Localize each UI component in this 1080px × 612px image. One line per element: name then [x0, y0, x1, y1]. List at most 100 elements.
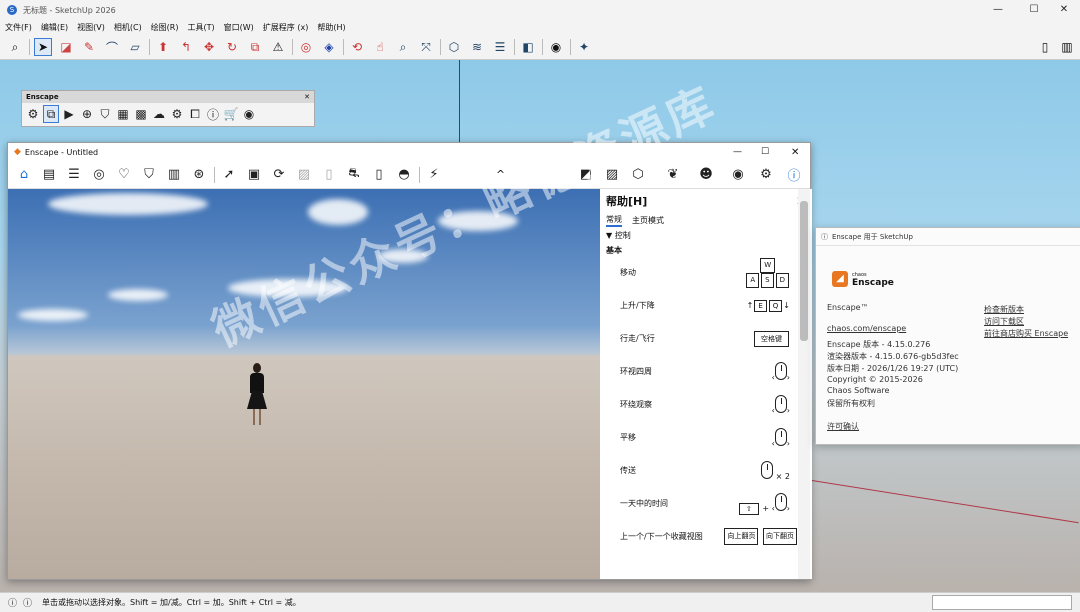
search-icon[interactable]: ⌕ — [6, 38, 24, 56]
start-enscape-icon[interactable]: ⚙ — [25, 105, 41, 123]
account-icon[interactable]: ◉ — [547, 38, 565, 56]
panorama-icon[interactable]: ⟳ — [269, 165, 289, 185]
menu-help[interactable]: 帮助(H) — [317, 22, 345, 33]
view-icon[interactable]: ◎ — [89, 165, 109, 185]
check-updates-link[interactable]: 检查新版本 — [984, 304, 1024, 315]
layers-icon[interactable]: ☰ — [491, 38, 509, 56]
menu-camera[interactable]: 相机(C) — [114, 22, 142, 33]
pdf-icon[interactable]: ▯ — [369, 165, 389, 185]
enscape-toolbar-header[interactable]: Enscape ✕ — [22, 91, 314, 103]
new-file-icon[interactable]: ▯ — [1036, 38, 1054, 56]
tape-measure-icon[interactable]: ◎ — [297, 38, 315, 56]
screenshot-icon[interactable]: ▣ — [244, 165, 264, 185]
offset-icon[interactable]: ↰ — [177, 38, 195, 56]
visual-settings-icon[interactable]: ◉ — [728, 165, 748, 185]
extension-icon[interactable]: ≋ — [468, 38, 486, 56]
help-scrollbar[interactable] — [798, 189, 810, 579]
pencil-icon[interactable]: ✎ — [80, 38, 98, 56]
cursor-icon[interactable]: ➚ — [219, 165, 239, 185]
tab-home-mode[interactable]: 主页模式 — [632, 215, 664, 226]
push-pull-icon[interactable]: ⬆ — [154, 38, 172, 56]
leaf-icon[interactable]: ❦ — [663, 165, 683, 185]
ai-sparkle-icon[interactable]: ✦ — [575, 38, 593, 56]
status-help-icon[interactable]: ⓘ — [23, 596, 32, 609]
add-icon[interactable]: ⊕ — [79, 105, 95, 123]
material-icon[interactable]: ▦ — [115, 105, 131, 123]
checker-icon[interactable]: ▩ — [133, 105, 149, 123]
trimble-connect-icon[interactable]: ◧ — [519, 38, 537, 56]
rectangle-icon[interactable]: ▱ — [126, 38, 144, 56]
menu-tools[interactable]: 工具(T) — [188, 22, 215, 33]
notes-icon[interactable]: ▤ — [39, 165, 59, 185]
menu-extensions[interactable]: 扩展程序 (x) — [263, 22, 309, 33]
enscape-close-button[interactable]: ✕ — [791, 147, 799, 158]
video-editor-icon[interactable]: ▶ — [61, 105, 77, 123]
home-icon[interactable]: ⌂ — [14, 165, 34, 185]
asset-library-icon[interactable]: ⛉ — [97, 105, 113, 123]
about-title-bar[interactable]: ⓘ Enscape 用于 SketchUp — [816, 228, 1080, 246]
controls-section[interactable]: ▼ 控制 — [600, 227, 812, 241]
orbit-icon[interactable]: ⟲ — [348, 38, 366, 56]
close-button[interactable]: ✕ — [1046, 0, 1080, 20]
enscape-maximize-button[interactable]: ☐ — [761, 147, 769, 157]
scrollbar-thumb[interactable] — [800, 201, 808, 341]
export-icon[interactable]: ⛐ — [344, 165, 364, 185]
enscape-window-title-bar[interactable]: ◆ Enscape - Untitled — ☐ ✕ — [8, 143, 810, 161]
upload-icon[interactable]: ☁ — [151, 105, 167, 123]
enscape-toolbar-close[interactable]: ✕ — [304, 93, 310, 101]
window-icon[interactable]: ⧠ — [187, 105, 203, 123]
license-link[interactable]: 许可确认 — [827, 421, 859, 432]
tab-general[interactable]: 常规 — [606, 214, 622, 227]
select-arrow-icon[interactable]: ➤ — [34, 38, 52, 56]
menu-window[interactable]: 窗口(W) — [224, 22, 254, 33]
gear-icon[interactable]: ⚙ — [756, 165, 776, 185]
eraser-icon[interactable]: ◪ — [57, 38, 75, 56]
store-link[interactable]: 前往商店购买 Enscape — [984, 328, 1068, 339]
paint-bucket-icon[interactable]: ◈ — [320, 38, 338, 56]
menu-draw[interactable]: 绘图(R) — [151, 22, 179, 33]
toolbar-divider — [440, 39, 441, 55]
help-panel: 帮助[H] ✕ 常规 主页模式 ▼ 控制 基本 移动 W ASD 上升/下降 ↑… — [600, 189, 812, 579]
vr-icon[interactable]: ⊛ — [189, 165, 209, 185]
sun-icon[interactable]: ◓ — [394, 165, 414, 185]
scale-icon[interactable]: ⧉ — [246, 38, 264, 56]
panel-toggle-icon[interactable]: ▥ — [1058, 38, 1076, 56]
file-icon[interactable]: ▯ — [319, 165, 339, 185]
info-icon[interactable]: ⓘ — [205, 105, 221, 123]
menu-edit[interactable]: 编辑(E) — [41, 22, 68, 33]
cart-icon[interactable]: 🛒 — [223, 105, 239, 123]
building-icon[interactable]: ▥ — [164, 165, 184, 185]
help-icon[interactable]: ⓘ — [784, 165, 804, 185]
copyright-text: Copyright © 2015-2026 — [827, 375, 923, 384]
key-page-up: 向上翻页 — [724, 528, 759, 545]
zoom-extents-icon[interactable]: ⤧ — [417, 38, 435, 56]
face-icon[interactable]: ☻ — [696, 165, 716, 185]
help-row-label: 一天中的时间 — [620, 499, 668, 508]
image-icon[interactable]: ▨ — [294, 165, 314, 185]
menu-file[interactable]: 文件(F) — [5, 22, 32, 33]
help-row-label: 上一个/下一个收藏视图 — [620, 532, 703, 541]
settings-icon[interactable]: ⚙ — [169, 105, 185, 123]
pan-icon[interactable]: ☝ — [371, 38, 389, 56]
sync-views-icon[interactable]: ⧉ — [43, 105, 59, 123]
company-text: Chaos Software — [827, 386, 890, 395]
light-bulb-icon[interactable]: ♡ — [114, 165, 134, 185]
upload-cloud-icon[interactable]: ⚡ — [424, 165, 444, 185]
warehouse-icon[interactable]: ⬡ — [445, 38, 463, 56]
menu-view[interactable]: 视图(V) — [77, 22, 105, 33]
account-icon[interactable]: ◉ — [241, 105, 257, 123]
arc-icon[interactable]: ⌒ — [103, 38, 121, 56]
measurements-box[interactable] — [932, 595, 1072, 610]
render-view[interactable] — [8, 189, 600, 579]
minimize-button[interactable]: — — [980, 0, 1016, 20]
zoom-icon[interactable]: ⌕ — [394, 38, 412, 56]
status-info-icon[interactable]: ⓘ — [8, 596, 17, 609]
shield-icon[interactable]: ⛉ — [139, 165, 159, 185]
bim-icon[interactable]: ☰ — [64, 165, 84, 185]
follow-me-icon[interactable]: ⚠ — [269, 38, 287, 56]
download-area-link[interactable]: 访问下载区 — [984, 316, 1024, 327]
enscape-minimize-button[interactable]: — — [733, 147, 742, 157]
rotate-icon[interactable]: ↻ — [223, 38, 241, 56]
site-link[interactable]: chaos.com/enscape — [827, 324, 906, 333]
move-icon[interactable]: ✥ — [200, 38, 218, 56]
